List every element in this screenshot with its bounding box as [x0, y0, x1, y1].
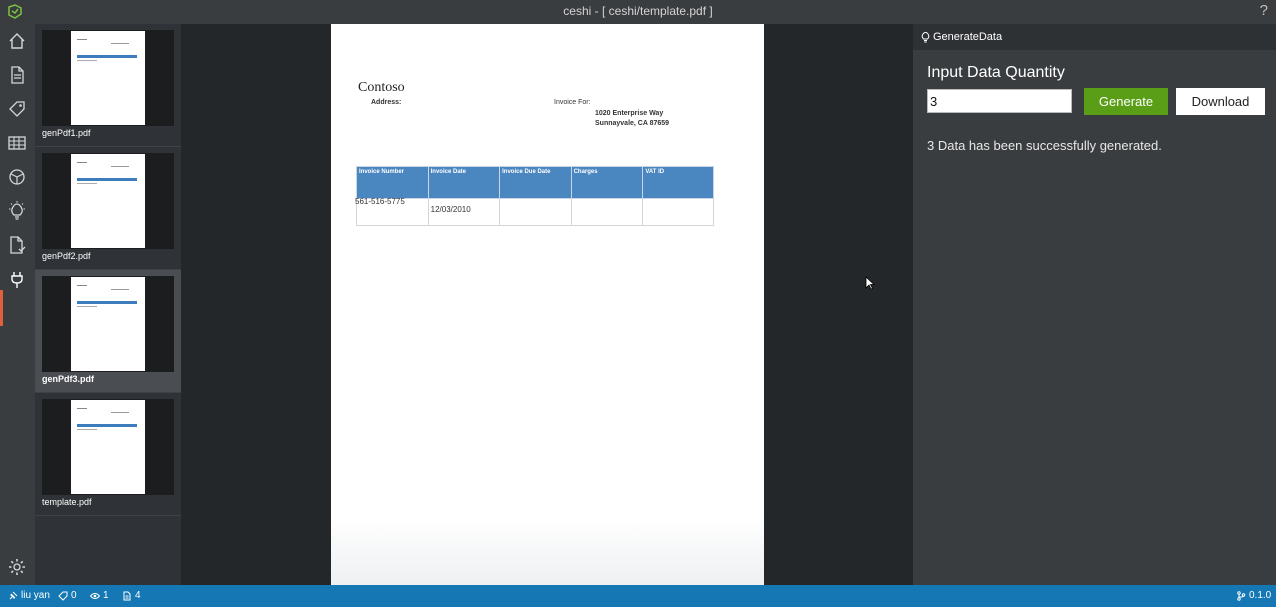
model-icon[interactable]	[6, 166, 28, 188]
pdf-page[interactable]: Contoso Address: Invoice For: 1020 Enter…	[331, 24, 764, 585]
home-icon[interactable]	[6, 30, 28, 52]
user-name: liu yan	[21, 590, 50, 601]
address-line-1: 1020 Enterprise Way	[595, 110, 664, 117]
table-cell	[642, 198, 714, 226]
table-header-cell: Charges	[570, 166, 644, 199]
generate-data-panel: GenerateData Input Data Quantity Generat…	[913, 24, 1276, 585]
document-icon	[123, 591, 131, 600]
docs-count: 4	[135, 590, 141, 601]
download-button[interactable]: Download	[1176, 88, 1265, 115]
docs-status[interactable]: 4	[122, 590, 141, 601]
table-header-cell: Invoice Date	[427, 166, 501, 199]
thumbnail-genpdf1[interactable]: genPdf1.pdf	[35, 24, 181, 147]
window-title: ceshi - [ ceshi/template.pdf ]	[563, 4, 713, 18]
table-cell: 12/03/2010	[427, 198, 501, 226]
tags-count: 0	[71, 590, 77, 601]
thumbnail-label: genPdf2.pdf	[42, 251, 91, 261]
panel-header: GenerateData	[913, 24, 1276, 50]
thumbnail-preview	[42, 399, 174, 495]
tag-icon	[58, 591, 68, 601]
title-bar: ceshi - [ ceshi/template.pdf ] ?	[0, 0, 1276, 24]
thumbnail-pane: genPdf1.pdf genPdf2.pdf genPdf3.pdf temp…	[35, 24, 181, 585]
active-nav-indicator	[0, 290, 3, 326]
table-header-cell: VAT ID	[642, 166, 714, 199]
table-header-cell: Invoice Number	[356, 166, 429, 199]
table-icon[interactable]	[6, 132, 28, 154]
thumbnail-label: template.pdf	[42, 497, 92, 507]
version-text: 0.1.0	[1249, 590, 1272, 601]
thumbnail-preview	[42, 153, 174, 249]
thumbnail-preview	[42, 276, 174, 372]
table-cell: 561-516-5775	[355, 197, 429, 226]
visits-count: 1	[103, 590, 109, 601]
bulb-icon	[921, 31, 930, 43]
user-status[interactable]: liu yan	[8, 590, 50, 601]
table-cell	[499, 198, 572, 226]
thumbnail-genpdf3[interactable]: genPdf3.pdf	[35, 270, 181, 393]
thumbnail-preview	[42, 30, 174, 126]
invoice-for-label: Invoice For:	[554, 99, 591, 106]
mouse-cursor-icon	[865, 276, 875, 290]
table-header-row: Invoice Number Invoice Date Invoice Due …	[356, 166, 714, 199]
visits-status[interactable]: 1	[90, 590, 109, 601]
table-cell	[570, 198, 644, 226]
thumbnail-label: genPdf1.pdf	[42, 128, 91, 138]
invoice-number-value: 561-516-5775	[355, 197, 405, 206]
document-icon[interactable]	[6, 64, 28, 86]
document-viewer[interactable]: Contoso Address: Invoice For: 1020 Enter…	[181, 24, 913, 585]
plug-icon[interactable]	[6, 268, 28, 290]
eye-icon	[90, 592, 100, 599]
generate-button[interactable]: Generate	[1084, 88, 1168, 115]
company-name: Contoso	[358, 80, 405, 95]
panel-title: GenerateData	[933, 31, 1003, 43]
table-row: 561-516-5775 12/03/2010	[355, 197, 714, 226]
thumbnail-label: genPdf3.pdf	[42, 374, 94, 384]
tag-icon[interactable]	[6, 98, 28, 120]
address-label: Address:	[371, 99, 402, 106]
help-icon[interactable]: ?	[1260, 2, 1268, 19]
quantity-input[interactable]	[927, 89, 1072, 113]
version-status: 0.1.0	[1236, 590, 1271, 601]
bulb-icon[interactable]	[6, 200, 28, 222]
status-message: 3 Data has been successfully generated.	[927, 138, 1162, 153]
table-header-cell: Invoice Due Date	[499, 166, 572, 199]
file-check-icon[interactable]	[6, 234, 28, 256]
plug-icon	[9, 591, 18, 599]
tags-status[interactable]: 0	[58, 590, 77, 601]
invoice-table: Invoice Number Invoice Date Invoice Due …	[355, 166, 714, 226]
thumbnail-genpdf2[interactable]: genPdf2.pdf	[35, 147, 181, 270]
status-bar: liu yan 0 1 4 0.1.0	[0, 585, 1276, 607]
section-title: Input Data Quantity	[927, 64, 1065, 81]
thumbnail-template[interactable]: template.pdf	[35, 393, 181, 516]
branch-icon	[1237, 590, 1246, 601]
invoice-date-value: 12/03/2010	[430, 205, 471, 214]
gear-icon[interactable]	[6, 556, 28, 578]
address-line-2: Sunnayvale, CA 87659	[595, 120, 670, 127]
nav-bar	[0, 24, 35, 585]
